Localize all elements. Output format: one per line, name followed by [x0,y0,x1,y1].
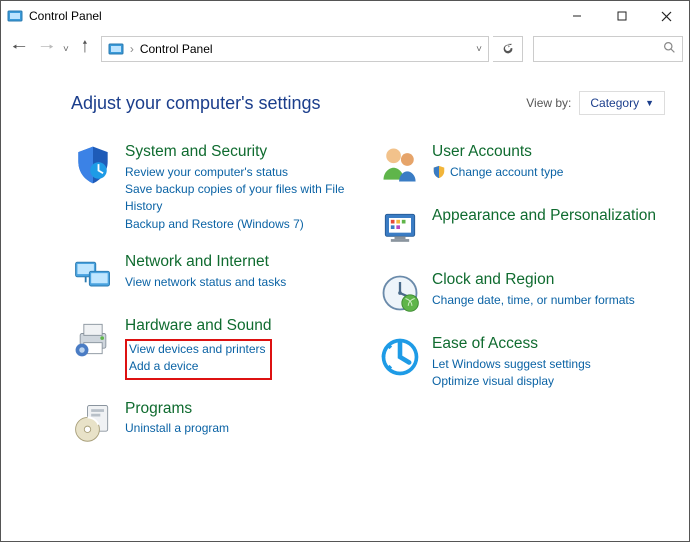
category-link[interactable]: Backup and Restore (Windows 7) [125,216,358,233]
address-dropdown[interactable]: ˅ [476,44,482,55]
category-link[interactable]: Optimize visual display [432,373,665,390]
category: User Accounts Change account type [378,143,665,187]
title-bar: Control Panel [1,1,689,31]
category: Hardware and Sound View devices and print… [71,317,358,379]
category-icon [71,400,115,444]
back-button[interactable]: 🠐 [7,35,31,63]
category: Network and Internet View network status … [71,253,358,297]
control-panel-icon [108,41,124,57]
category-title[interactable]: Hardware and Sound [125,317,358,336]
category-title[interactable]: Network and Internet [125,253,358,272]
category-title[interactable]: System and Security [125,143,358,162]
maximize-button[interactable] [599,1,644,31]
view-by: View by: Category ▼ [526,91,665,115]
minimize-button[interactable] [554,1,599,31]
close-button[interactable] [644,1,689,31]
refresh-button[interactable] [493,36,523,62]
nav-bar: 🠐 🠒 ˅ 🠑 › Control Panel ˅ [1,31,689,67]
category-title[interactable]: User Accounts [432,143,665,162]
page-title: Adjust your computer's settings [71,93,526,114]
category-title[interactable]: Ease of Access [432,335,665,354]
category-title[interactable]: Appearance and Personalization [432,207,665,226]
category: ProgramsUninstall a program [71,400,358,444]
category-link[interactable]: Add a device [129,358,266,375]
left-column: System and Security Review your computer'… [71,143,358,464]
control-panel-icon [7,8,23,24]
category: Ease of Access Let Windows suggest settin… [378,335,665,390]
category-icon [71,143,115,187]
view-by-select[interactable]: Category ▼ [579,91,665,115]
highlight-box: View devices and printersAdd a device [125,339,272,380]
category-link[interactable]: Change date, time, or number formats [432,292,665,309]
chevron-down-icon: ▼ [645,98,654,108]
category: Appearance and Personalization [378,207,665,251]
category-link[interactable]: View devices and printers [129,341,266,358]
right-column: User Accounts Change account type Appearan… [378,143,665,464]
category-icon [378,207,422,251]
category-icon [378,143,422,187]
address-text: Control Panel [140,42,470,56]
category-icon [378,335,422,379]
category-link[interactable]: Save backup copies of your files with Fi… [125,181,358,216]
forward-button[interactable]: 🠒 [35,35,59,63]
category-icon [71,253,115,297]
window-title: Control Panel [29,9,554,23]
category-link[interactable]: Change account type [432,164,665,181]
address-bar[interactable]: › Control Panel ˅ [101,36,489,62]
category-icon [378,271,422,315]
breadcrumb-separator: › [130,42,134,56]
history-dropdown[interactable]: ˅ [63,44,69,55]
category-title[interactable]: Clock and Region [432,271,665,290]
search-input[interactable] [533,36,683,62]
category-link[interactable]: Review your computer's status [125,164,358,181]
category-link[interactable]: Uninstall a program [125,420,358,437]
category-title[interactable]: Programs [125,400,358,419]
category-icon [71,317,115,361]
category: Clock and Region Change date, time, or nu… [378,271,665,315]
up-button[interactable]: 🠑 [73,35,97,63]
category: System and Security Review your computer'… [71,143,358,233]
search-icon [663,41,676,57]
category-link[interactable]: Let Windows suggest settings [432,356,665,373]
view-by-label: View by: [526,96,571,110]
category-link[interactable]: View network status and tasks [125,274,358,291]
